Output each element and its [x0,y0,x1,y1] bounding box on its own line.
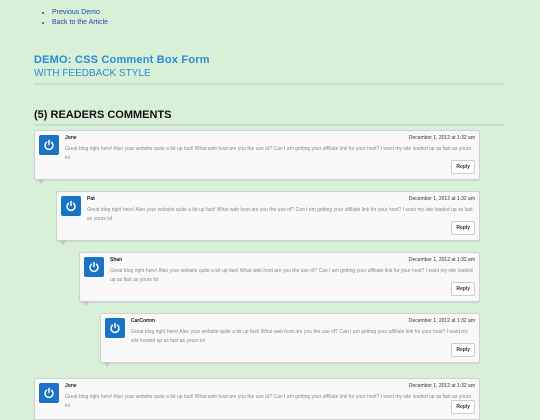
avatar [61,196,81,216]
comment-author[interactable]: Shan [110,257,122,263]
comments-heading: (5) READERS COMMENTS [34,109,172,121]
comment-author[interactable]: Jone [65,135,77,141]
comment-date: December 1, 2012 at 1:32 am [408,135,475,141]
reply-button[interactable]: Reply [451,160,475,174]
comment-card: CarComm December 1, 2012 at 1:32 am Grea… [100,313,480,363]
reply-button[interactable]: Reply [451,221,475,235]
comment-date: December 1, 2012 at 1:32 am [408,318,475,324]
power-icon [44,139,54,151]
power-icon [110,322,120,334]
reply-button[interactable]: Reply [451,400,475,414]
avatar [39,383,59,403]
nav-item: Previous Demo [52,8,108,18]
comment-text: Great blog right here! Also your website… [87,207,473,222]
page-header: DEMO: CSS Comment Box Form WITH FEEDBACK… [34,54,504,85]
comment-tail [103,362,111,367]
comment-tail [59,240,67,245]
reply-button[interactable]: Reply [451,282,475,296]
avatar [84,257,104,277]
page-subtitle: WITH FEEDBACK STYLE [34,68,151,79]
power-icon [89,261,99,273]
comment-card: Jone December 1, 2012 at 1:32 am Great b… [34,130,480,180]
comment-text: Great blog right here! Also your website… [65,394,471,409]
reply-button[interactable]: Reply [451,343,475,357]
comment-author[interactable]: Pat [87,196,95,202]
comment-tail [82,301,90,306]
comment-tail [37,179,45,184]
power-icon [66,200,76,212]
avatar [105,318,125,338]
comment-author[interactable]: CarComm [131,318,155,324]
comment-text: Great blog right here! Also your website… [110,268,473,283]
page-title: DEMO: CSS Comment Box Form [34,54,210,66]
back-to-article-link[interactable]: Back to the Article [52,19,108,26]
comment-author[interactable]: Jone [65,383,77,389]
comment-date: December 1, 2012 at 1:32 am [408,257,475,263]
comment-text: Great blog right here! Also your website… [131,329,469,344]
comments-divider [34,124,504,126]
comment-text: Great blog right here! Also your website… [65,146,471,161]
comment-card: Pat December 1, 2012 at 1:32 am Great bl… [56,191,480,241]
nav-item: Back to the Article [52,18,108,28]
comment-date: December 1, 2012 at 1:32 am [408,196,475,202]
avatar [39,135,59,155]
demo-nav: Previous Demo Back to the Article [42,8,108,28]
power-icon [44,387,54,399]
previous-demo-link[interactable]: Previous Demo [52,9,100,16]
comment-card: Shan December 1, 2012 at 1:32 am Great b… [79,252,480,302]
header-divider [34,83,504,85]
comment-date: December 1, 2012 at 1:32 am [408,383,475,389]
comment-card: Jone December 1, 2012 at 1:32 am Great b… [34,378,480,420]
